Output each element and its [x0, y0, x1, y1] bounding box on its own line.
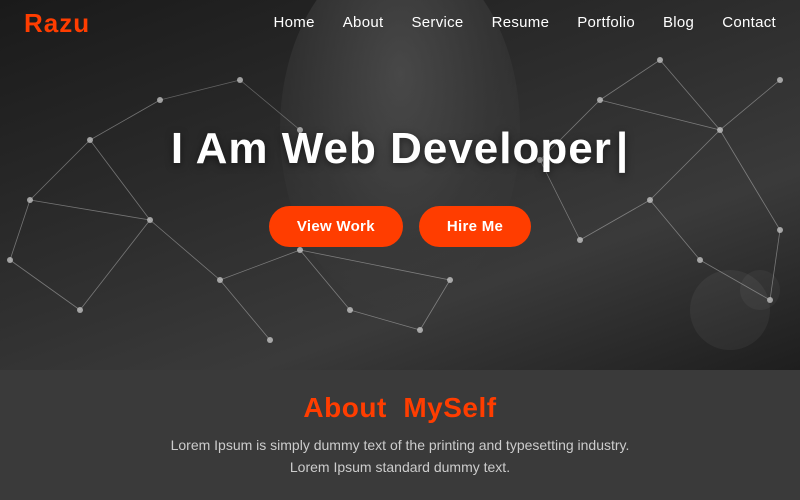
view-work-button[interactable]: View Work — [269, 206, 403, 247]
about-title: About MySelf — [303, 392, 496, 424]
hero-content: I Am Web Developer View Work Hire Me — [171, 124, 629, 247]
nav-item-home[interactable]: Home — [274, 14, 315, 32]
nav-item-service[interactable]: Service — [411, 14, 463, 32]
nav-item-portfolio[interactable]: Portfolio — [577, 14, 635, 32]
navbar: Razu Home About Service Resume Portfolio… — [0, 0, 800, 46]
nav-link-about[interactable]: About — [343, 14, 384, 31]
nav-link-service[interactable]: Service — [411, 14, 463, 31]
nav-item-contact[interactable]: Contact — [722, 14, 776, 32]
hero-title: I Am Web Developer — [171, 124, 629, 174]
about-section: About MySelf Lorem Ipsum is simply dummy… — [0, 370, 800, 500]
hire-me-button[interactable]: Hire Me — [419, 206, 531, 247]
about-description: Lorem Ipsum is simply dummy text of the … — [160, 434, 640, 479]
site-logo[interactable]: Razu — [24, 8, 90, 39]
hero-section: I Am Web Developer View Work Hire Me — [0, 0, 800, 370]
nav-item-about[interactable]: About — [343, 14, 384, 32]
nav-link-blog[interactable]: Blog — [663, 14, 694, 31]
nav-link-portfolio[interactable]: Portfolio — [577, 14, 635, 31]
hero-buttons: View Work Hire Me — [171, 206, 629, 247]
nav-link-contact[interactable]: Contact — [722, 14, 776, 31]
nav-links: Home About Service Resume Portfolio Blog… — [274, 14, 776, 32]
nav-item-resume[interactable]: Resume — [492, 14, 550, 32]
about-title-accent: MySelf — [403, 392, 496, 423]
nav-link-home[interactable]: Home — [274, 14, 315, 31]
nav-link-resume[interactable]: Resume — [492, 14, 550, 31]
nav-item-blog[interactable]: Blog — [663, 14, 694, 32]
about-title-plain: About — [303, 392, 386, 423]
